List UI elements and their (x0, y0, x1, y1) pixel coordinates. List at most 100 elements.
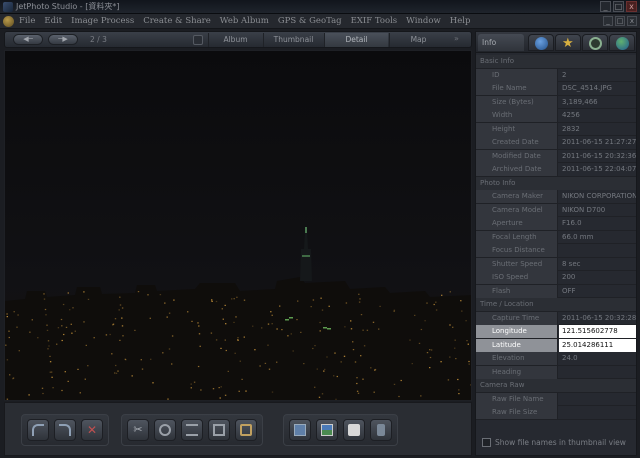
info-row[interactable]: Elevation 24.0 (476, 352, 636, 366)
photo-viewer[interactable] (4, 50, 472, 401)
city-light (374, 369, 376, 371)
menu-create-share[interactable]: Create & Share (143, 16, 211, 26)
info-value[interactable]: DSC_4514.JPG (559, 82, 636, 95)
adjust-icon[interactable] (181, 419, 203, 441)
info-value[interactable] (559, 244, 636, 257)
info-value[interactable]: 2 (559, 69, 636, 82)
info-value[interactable]: 66.0 mm (559, 231, 636, 244)
previous-photo-button[interactable]: ◀─ (13, 34, 43, 45)
info-value[interactable]: 24.0 (559, 352, 636, 365)
info-row[interactable]: Flash OFF (476, 284, 636, 298)
info-row[interactable]: Height 2832 (476, 122, 636, 136)
info-row[interactable]: Archived Date 2011-06-15 22:04:07 (476, 163, 636, 177)
info-row[interactable]: Camera Model NIKON D700 (476, 203, 636, 217)
document-menu-icon[interactable] (3, 15, 14, 27)
doc-close-button[interactable]: x (627, 16, 637, 26)
info-row[interactable]: Created Date 2011-06-15 21:27:27 (476, 136, 636, 150)
info-row[interactable]: Width 4256 (476, 109, 636, 123)
info-value[interactable] (559, 393, 636, 406)
info-value[interactable]: NIKON D700 (559, 204, 636, 217)
info-row[interactable]: Modified Date 2011-06-15 20:32:36 (476, 149, 636, 163)
city-light (319, 321, 321, 324)
delete-icon[interactable]: ✕ (81, 419, 103, 441)
info-value[interactable]: 121.515602778 (559, 325, 636, 338)
doc-restore-button[interactable]: □ (615, 16, 625, 26)
info-value[interactable]: 4256 (559, 109, 636, 122)
menu-edit[interactable]: Edit (44, 16, 62, 26)
info-row[interactable]: ID 2 (476, 68, 636, 82)
print-icon[interactable] (343, 419, 365, 441)
menu-gps-geotag[interactable]: GPS & GeoTag (278, 16, 342, 26)
rotate-icon[interactable] (235, 419, 257, 441)
info-value[interactable]: 3,189,466 (559, 96, 636, 109)
info-row[interactable]: Size (Bytes) 3,189,466 (476, 95, 636, 109)
city-light (224, 394, 227, 396)
menu-exif-tools[interactable]: EXIF Tools (351, 16, 398, 26)
tab-detail[interactable]: Detail (324, 33, 388, 47)
info-value[interactable]: 2011-06-15 21:27:27 (559, 136, 636, 149)
view-toggle-checkbox[interactable] (193, 35, 203, 45)
info-value[interactable] (559, 406, 636, 419)
info-value[interactable]: 25.014286111 (559, 338, 636, 352)
info-value[interactable]: 2832 (559, 123, 636, 136)
edit-icon[interactable] (154, 419, 176, 441)
info-row[interactable]: Heading (476, 365, 636, 379)
menu-file[interactable]: File (19, 16, 35, 26)
info-value[interactable]: F16.0 (559, 217, 636, 230)
tab-map[interactable]: Map (389, 33, 447, 47)
tab-info[interactable]: Info (478, 34, 524, 51)
info-value[interactable]: 2011-06-15 22:04:07 (559, 163, 636, 176)
star-icon[interactable]: ★ (555, 34, 581, 51)
info-row[interactable]: Camera Maker NIKON CORPORATION (476, 190, 636, 204)
device-icon[interactable] (370, 419, 392, 441)
info-row[interactable]: Raw File Name (476, 392, 636, 406)
minimize-button[interactable]: _ (600, 1, 611, 12)
info-value[interactable]: NIKON CORPORATION (559, 190, 636, 203)
city-light (324, 368, 326, 370)
output-tool-group (283, 414, 398, 446)
next-photo-button[interactable]: ─▶ (48, 34, 78, 45)
tab-album[interactable]: Album (208, 33, 262, 47)
menu-web-album[interactable]: Web Album (220, 16, 269, 26)
info-row[interactable]: Latitude 25.014286111 (476, 338, 636, 352)
info-value[interactable]: 8 sec (559, 258, 636, 271)
info-panel: Info ★ Basic Info ID 2 File Name DSC_4514.JP… (475, 31, 637, 456)
city-light (303, 363, 305, 365)
info-row[interactable]: Focal Length 66.0 mm (476, 230, 636, 244)
info-row[interactable]: File Name DSC_4514.JPG (476, 82, 636, 96)
undo-icon[interactable] (27, 419, 49, 441)
slideshow-icon[interactable] (289, 419, 311, 441)
city-light (356, 382, 358, 385)
cut-icon[interactable]: ✂ (127, 419, 149, 441)
city-light (296, 319, 298, 321)
info-row[interactable]: Shutter Speed 8 sec (476, 257, 636, 271)
info-icon[interactable] (528, 34, 554, 51)
show-filenames-checkbox[interactable] (482, 438, 491, 447)
info-value[interactable]: OFF (559, 285, 636, 298)
menu-help[interactable]: Help (450, 16, 471, 26)
info-row[interactable]: ISO Speed 200 (476, 271, 636, 285)
info-row[interactable]: Longitude 121.515602778 (476, 325, 636, 339)
tab-thumbnail[interactable]: Thumbnail (263, 33, 323, 47)
globe-icon[interactable] (609, 34, 635, 51)
more-tabs-icon[interactable]: » (454, 34, 459, 43)
info-row[interactable]: Aperture F16.0 (476, 217, 636, 231)
thumbnail-filename-option[interactable]: Show file names in thumbnail view (482, 438, 626, 447)
close-button[interactable]: x (626, 1, 637, 12)
info-value[interactable]: 2011-06-15 20:32:36 (559, 150, 636, 163)
info-value[interactable] (559, 366, 636, 379)
maximize-button[interactable]: □ (613, 1, 624, 12)
info-row[interactable]: Raw File Size (476, 406, 636, 420)
crop-icon[interactable] (208, 419, 230, 441)
doc-minimize-button[interactable]: _ (603, 16, 613, 26)
info-row[interactable]: Focus Distance (476, 244, 636, 258)
city-light (6, 316, 8, 318)
info-value[interactable]: 2011-06-15 20:32:28 (559, 312, 636, 325)
menu-window[interactable]: Window (406, 16, 441, 26)
info-value[interactable]: 200 (559, 271, 636, 284)
info-row[interactable]: Capture Time 2011-06-15 20:32:28 (476, 311, 636, 325)
clock-icon[interactable] (582, 34, 608, 51)
redo-icon[interactable] (54, 419, 76, 441)
picture-icon[interactable] (316, 419, 338, 441)
menu-image-process[interactable]: Image Process (71, 16, 134, 26)
